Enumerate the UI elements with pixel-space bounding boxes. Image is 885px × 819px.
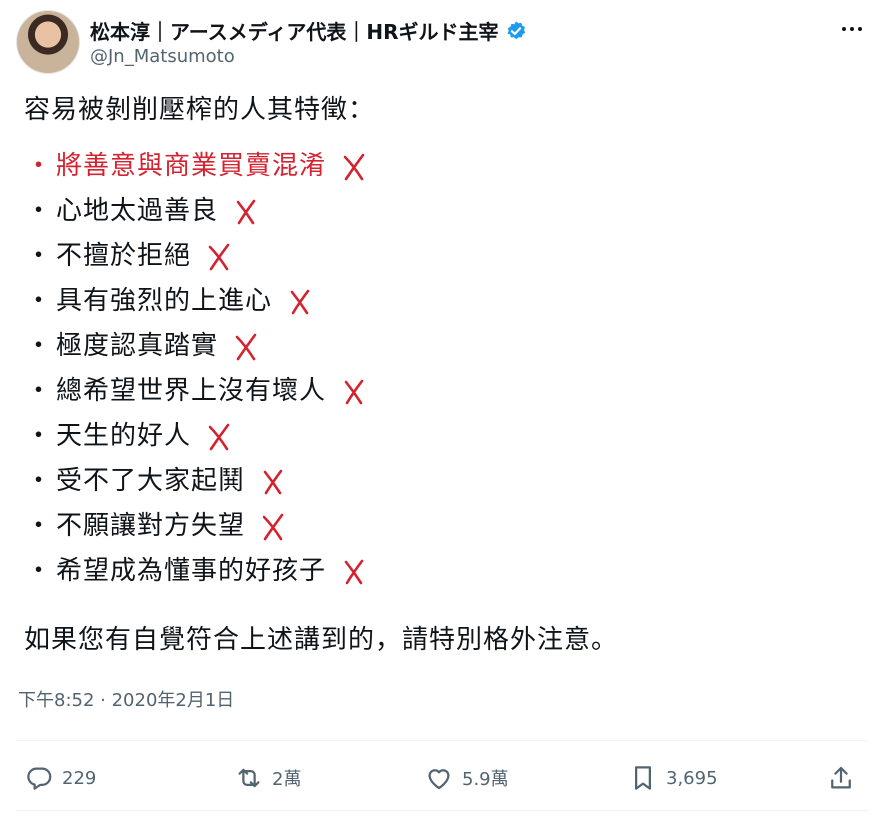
bullet-text: 天生的好人 — [56, 421, 192, 451]
bullet-dot: ・ — [25, 196, 53, 226]
bookmark-button[interactable]: 3,695 — [628, 752, 718, 804]
share-icon — [831, 766, 851, 789]
cross-mark-icon — [208, 423, 230, 450]
retweet-icon — [238, 768, 260, 788]
bullet-dot: ・ — [25, 376, 53, 406]
bullet-text: 總希望世界上沒有壞人 — [56, 376, 327, 406]
display-name[interactable]: 松本淳｜アースメディア代表｜HRギルド主宰 — [90, 16, 499, 45]
reply-button[interactable]: 229 — [24, 752, 96, 804]
reply-count: 229 — [62, 767, 97, 789]
cross-mark-icon — [208, 243, 230, 270]
cross-mark-icon — [262, 513, 284, 540]
bullet-item: ・不擅於拒絕 — [24, 234, 864, 279]
share-button[interactable] — [826, 752, 856, 804]
action-bar: 229 2萬 5.9萬 3,695 — [16, 752, 869, 804]
cross-mark-icon — [236, 199, 256, 224]
tweet-intro: 容易被剝削壓榨的人其特徵： — [24, 95, 376, 125]
bullet-text: 極度認真踏實 — [56, 331, 219, 361]
retweet-button[interactable]: 2萬 — [234, 752, 301, 804]
verified-badge-icon — [507, 20, 525, 39]
bullet-dot: ・ — [25, 466, 53, 496]
bullet-list: ・將善意與商業買賣混淆・心地太過善良・不擅於拒絕・具有強烈的上進心・極度認真踏實… — [24, 144, 864, 594]
avatar[interactable] — [16, 10, 80, 74]
bullet-dot: ・ — [25, 556, 53, 586]
bullet-item: ・具有強烈的上進心 — [24, 279, 864, 324]
cross-mark-icon — [235, 333, 257, 360]
divider — [16, 810, 869, 811]
bullet-dot: ・ — [25, 511, 53, 541]
bullet-item: ・總希望世界上沒有壞人 — [24, 369, 864, 414]
bullet-text: 希望成為懂事的好孩子 — [56, 556, 327, 586]
bookmark-icon — [635, 766, 651, 790]
user-name-row: 松本淳｜アースメディア代表｜HRギルド主宰 — [90, 16, 527, 45]
cross-mark-icon — [344, 559, 364, 584]
bullet-item: ・天生的好人 — [24, 414, 864, 459]
cross-mark-icon — [343, 153, 365, 180]
bullet-text: 受不了大家起鬨 — [56, 466, 246, 496]
retweet-count: 2萬 — [272, 769, 302, 790]
bullet-text: 將善意與商業買賣混淆 — [56, 151, 327, 181]
like-icon — [428, 769, 450, 790]
bullet-text: 具有強烈的上進心 — [56, 286, 273, 316]
tweet-outro: 如果您有自覺符合上述講到的，請特別格外注意。 — [24, 625, 619, 655]
cross-mark-icon — [344, 379, 364, 404]
bullet-item: ・不願讓對方失望 — [24, 504, 864, 549]
bullet-dot: ・ — [25, 421, 53, 451]
tweet-timestamp[interactable]: 下午8:52 · 2020年2月1日 — [18, 686, 234, 712]
bullet-item: ・將善意與商業買賣混淆 — [24, 144, 864, 189]
like-button[interactable]: 5.9萬 — [424, 752, 509, 804]
bullet-item: ・受不了大家起鬨 — [24, 459, 864, 504]
more-icon[interactable] — [835, 14, 869, 44]
bookmark-count: 3,695 — [666, 767, 718, 789]
bullet-item: ・心地太過善良 — [24, 189, 864, 234]
user-handle[interactable]: @Jn_Matsumoto — [90, 46, 235, 67]
bullet-text: 不願讓對方失望 — [56, 511, 246, 541]
like-count: 5.9萬 — [462, 769, 509, 790]
bullet-item: ・極度認真踏實 — [24, 324, 864, 369]
bullet-dot: ・ — [25, 241, 53, 271]
bullet-text: 不擅於拒絕 — [56, 241, 192, 271]
bullet-dot: ・ — [25, 286, 53, 316]
reply-icon — [27, 767, 52, 790]
tweet-text: 容易被剝削壓榨的人其特徵： ・將善意與商業買賣混淆・心地太過善良・不擅於拒絕・具… — [24, 92, 864, 658]
tweet-header: 松本淳｜アースメディア代表｜HRギルド主宰 @Jn_Matsumoto — [16, 10, 869, 74]
bullet-item: ・希望成為懂事的好孩子 — [24, 549, 864, 594]
bullet-text: 心地太過善良 — [56, 196, 219, 226]
cross-mark-icon — [263, 469, 283, 494]
cross-mark-icon — [290, 289, 310, 314]
bullet-dot: ・ — [25, 331, 53, 361]
bullet-dot: ・ — [25, 151, 53, 181]
divider — [16, 740, 869, 741]
